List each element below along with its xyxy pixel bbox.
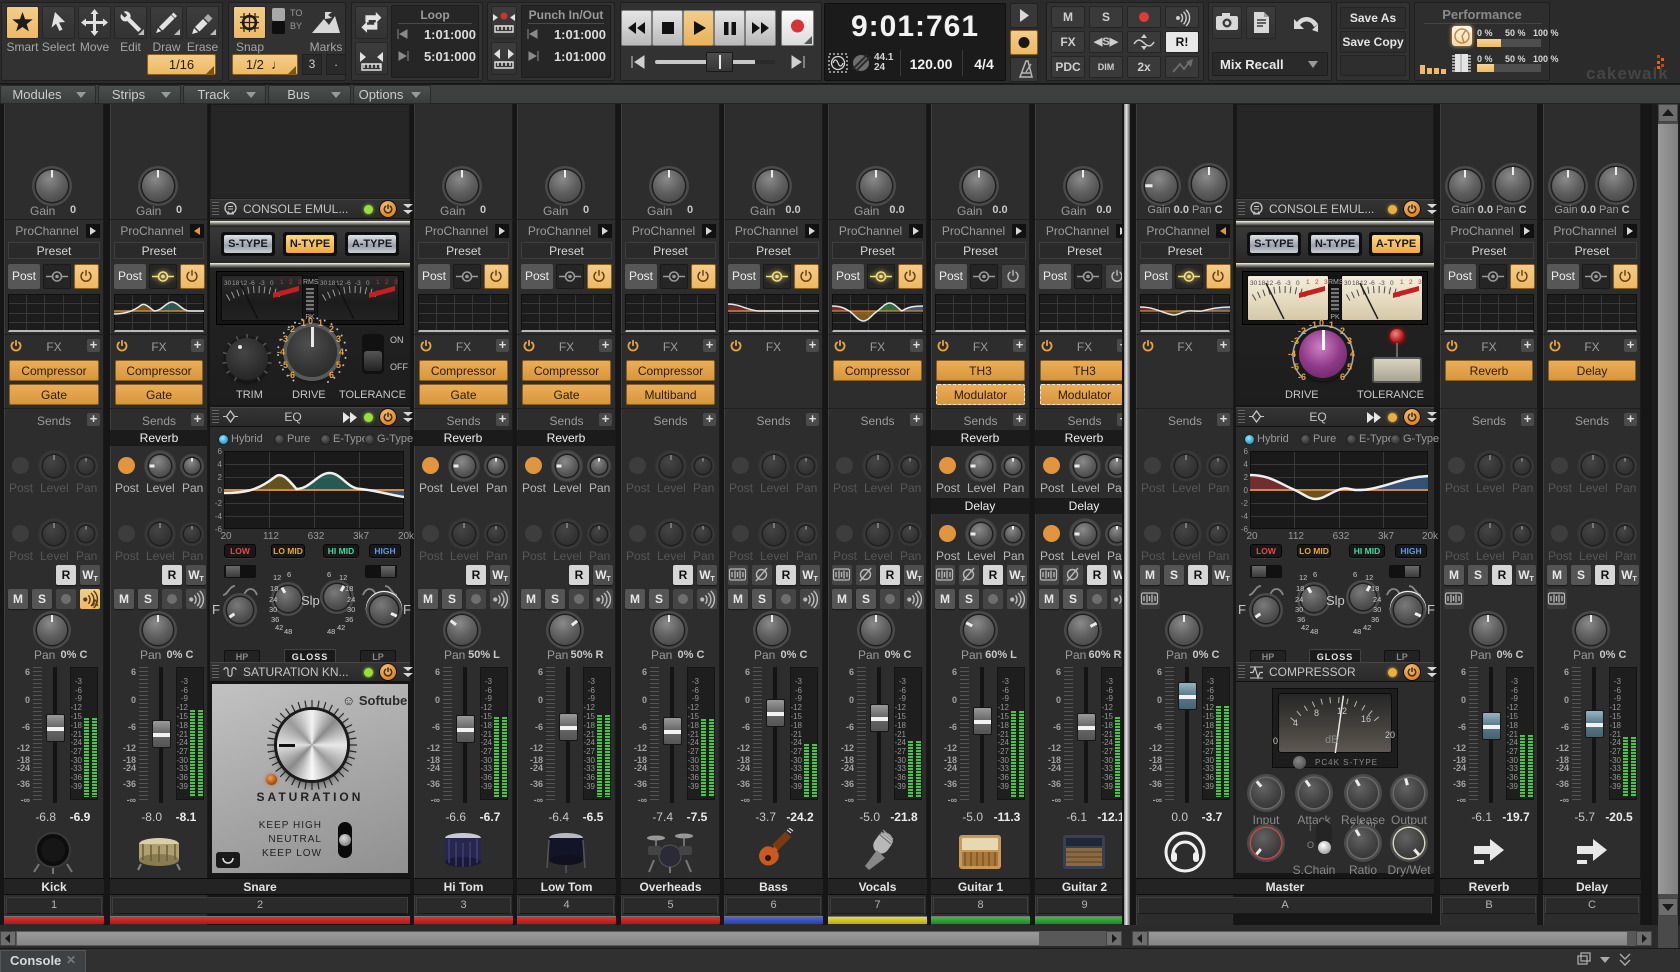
svg-text:-3: -3 bbox=[259, 280, 265, 287]
svg-text:1: 1 bbox=[376, 279, 380, 286]
svg-text:0: 0 bbox=[270, 280, 274, 287]
svg-text:30: 30 bbox=[320, 280, 328, 287]
svg-text:-6: -6 bbox=[345, 280, 351, 287]
svg-text:-3: -3 bbox=[1379, 280, 1385, 287]
svg-text:2: 2 bbox=[1315, 279, 1319, 286]
svg-text:-3: -3 bbox=[1285, 280, 1291, 287]
svg-text:2: 2 bbox=[1409, 279, 1413, 286]
svg-text:1: 1 bbox=[1306, 279, 1310, 286]
svg-text:-6: -6 bbox=[1275, 280, 1281, 287]
svg-text:-6: -6 bbox=[1369, 280, 1375, 287]
svg-text:0: 0 bbox=[366, 280, 370, 287]
svg-text:-6: -6 bbox=[249, 280, 255, 287]
svg-text:1: 1 bbox=[280, 279, 284, 286]
svg-text:2: 2 bbox=[289, 279, 293, 286]
svg-text:18: 18 bbox=[328, 280, 336, 287]
svg-text:18: 18 bbox=[1352, 280, 1360, 287]
svg-text:0: 0 bbox=[1296, 280, 1300, 287]
svg-text:18: 18 bbox=[232, 280, 240, 287]
svg-text:0: 0 bbox=[1390, 280, 1394, 287]
svg-text:2: 2 bbox=[385, 279, 389, 286]
svg-text:30: 30 bbox=[1250, 280, 1258, 287]
svg-text:3: 3 bbox=[1418, 279, 1422, 286]
svg-text:1: 1 bbox=[1400, 279, 1404, 286]
svg-text:30: 30 bbox=[1344, 280, 1352, 287]
svg-text:3: 3 bbox=[298, 279, 302, 286]
svg-text:-3: -3 bbox=[355, 280, 361, 287]
svg-text:18: 18 bbox=[1258, 280, 1266, 287]
svg-text:3: 3 bbox=[394, 279, 398, 286]
svg-text:30: 30 bbox=[224, 280, 232, 287]
